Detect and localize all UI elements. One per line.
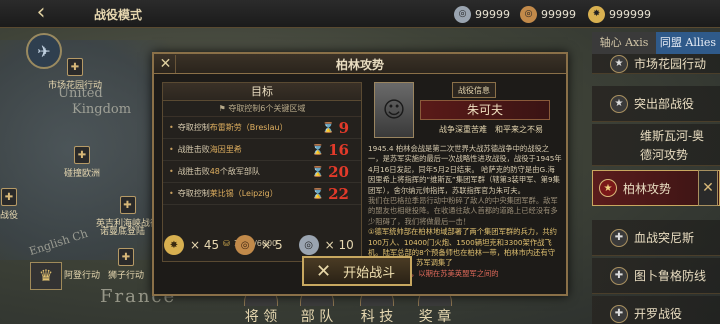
turn-limit: 9 <box>338 119 349 137</box>
crossed-swords-icon: ✕ <box>316 260 332 282</box>
hourglass-icon: ⌛ <box>322 122 335 134</box>
star-icon: ★ <box>610 94 628 113</box>
turn-limit: 20 <box>328 163 349 181</box>
turn-limit: 16 <box>328 141 349 159</box>
general-portrait: ☺ <box>374 82 414 138</box>
faction-tabs: 轴心 Axis 同盟 Allies <box>592 32 720 54</box>
map-pin-ardennes[interactable]: 阿登行动 <box>64 268 100 281</box>
hq-emblem-icon[interactable]: ✈ <box>26 33 62 69</box>
close-list-button[interactable]: ✕ <box>698 170 718 206</box>
gold-star-icon: ✸ <box>588 5 605 23</box>
map-pin-normandy[interactable]: 诺曼底登陆 <box>100 224 145 237</box>
flag-icon: ✚ <box>119 196 136 214</box>
campaign-item-tobruk[interactable]: ✚ 图卜鲁格防线 <box>592 258 720 294</box>
hourglass-icon: ⌛ <box>311 144 325 156</box>
campaign-list: 轴心 Axis 同盟 Allies ★ 市场花园行动 ★ 突出部战役 维斯瓦河-… <box>592 28 720 324</box>
start-battle-button[interactable]: ✕ 开始战斗 <box>302 256 412 286</box>
trophy-icon[interactable]: ♛ <box>30 262 62 290</box>
reward-value: × 45 <box>190 238 220 252</box>
cross-icon: ✚ <box>610 266 628 285</box>
tab-allies[interactable]: 同盟 Allies <box>656 32 720 54</box>
dialog-title: 柏林攻势 <box>335 58 384 72</box>
objective-task: • 夺取控制 莱比锡（Leipzig） ⌛ 22 <box>163 183 361 205</box>
bronze-medal-icon: ◎ <box>520 5 537 23</box>
hourglass-icon: ⌛ <box>311 166 325 178</box>
bronze-medal-icon: ◎ <box>235 235 256 255</box>
resource-gold: ✸ 999999 <box>588 4 651 24</box>
info-tag: 战役信息 <box>452 82 496 98</box>
resource-value: 999999 <box>609 7 651 21</box>
flag-icon: ✚ <box>118 248 134 266</box>
flag-icon: ✚ <box>67 58 83 76</box>
silver-medal-icon: ◎ <box>298 235 319 255</box>
flag-icon: ✚ <box>1 188 17 206</box>
star-icon: ★ <box>599 179 617 197</box>
bullet-icon: • <box>169 145 174 154</box>
campaign-item-vistula-oder[interactable]: 维斯瓦河-奥 德河攻势 <box>592 124 720 166</box>
reward-value: × 5 <box>261 238 283 252</box>
bullet-icon: • <box>169 123 174 132</box>
top-bar: ‹ 战役模式 ◎ 99999 ◎ 99999 ✸ 999999 <box>0 0 720 28</box>
bullet-icon: • <box>169 167 174 176</box>
cross-icon: ✚ <box>610 304 628 323</box>
resource-silver: ◎ 99999 <box>454 4 510 24</box>
hourglass-icon: ⌛ <box>311 188 325 200</box>
silver-medal-icon: ◎ <box>454 5 471 23</box>
general-traits: 战争深重苦难 和平来之不易 <box>439 125 543 134</box>
general-portrait-icon: ☺ <box>382 97 406 123</box>
campaign-item-tunisia[interactable]: ✚ 血战突尼斯 <box>592 220 720 256</box>
cross-icon: ✚ <box>610 228 628 247</box>
campaign-item-cairo[interactable]: ✚ 开罗战役 <box>592 296 720 324</box>
resource-value: 99999 <box>541 7 576 21</box>
objective-task: • 战胜击败 海因里希 ⌛ 16 <box>163 139 361 161</box>
dialog-header: ✕ 柏林攻势 <box>154 54 566 74</box>
gold-star-medal-icon: ✸ <box>164 235 184 255</box>
map-pin-sea-lion[interactable]: ✚ 狮子行动 <box>108 248 144 281</box>
objectives-heading: 目标 <box>163 83 361 101</box>
campaign-item-bulge[interactable]: ★ 突出部战役 <box>592 86 720 122</box>
campaign-item-market-garden[interactable]: ★ 市场花园行动 <box>592 54 720 74</box>
tab-axis[interactable]: 轴心 Axis <box>592 32 656 54</box>
map-pin-collision-europe[interactable]: ✚ 碰撞欧洲 <box>64 146 100 179</box>
rewards-row: ✸ × 45 ◎ × 5 ◎ × 10 <box>164 234 364 256</box>
resource-bronze: ◎ 99999 <box>520 4 576 24</box>
objectives-subtitle: ⚑ 夺取控制6个关键区域 <box>163 101 361 117</box>
map-pin-campaign[interactable]: ✚ 战役 <box>0 188 18 221</box>
turn-limit: 22 <box>328 185 349 203</box>
back-button[interactable]: ‹ <box>28 1 54 27</box>
map-label-kingdom: Kingdom <box>72 102 132 117</box>
reward-value: × 10 <box>324 238 354 252</box>
resource-value: 99999 <box>475 7 510 21</box>
flag-icon: ✚ <box>74 146 90 164</box>
objective-task: • 战胜击败 48 个敌军部队 ⌛ 20 <box>163 161 361 183</box>
star-icon: ★ <box>610 54 628 73</box>
page-title: 战役模式 <box>94 8 143 22</box>
bullet-icon: • <box>169 189 174 198</box>
general-name: 朱可夫 <box>420 100 550 120</box>
objective-task: • 夺取控制 布雷斯劳（Breslau） ⌛ 9 <box>163 117 361 139</box>
flag-icon: ⚑ <box>218 104 229 113</box>
